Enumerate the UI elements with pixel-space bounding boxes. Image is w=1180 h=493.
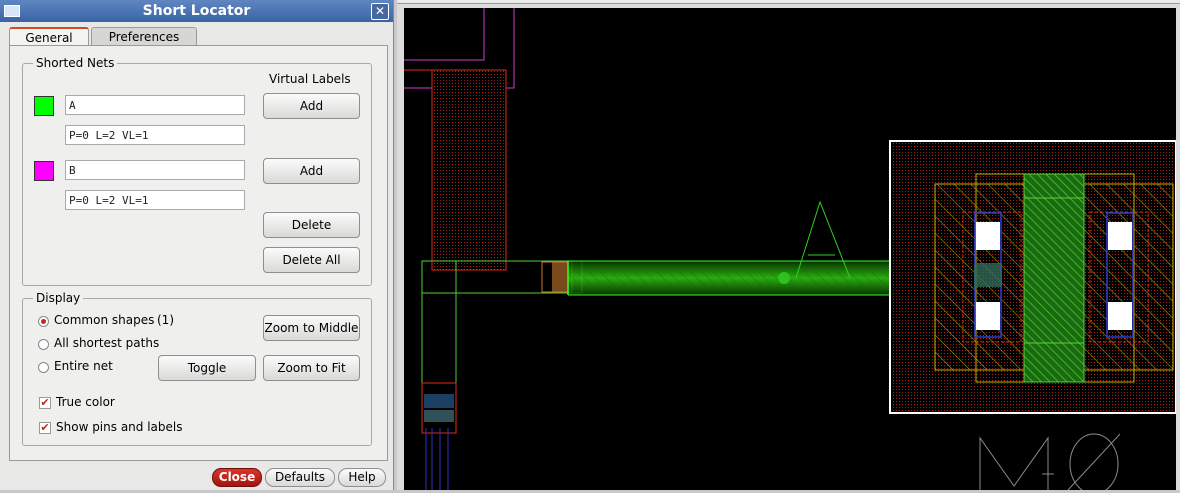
net-b-color-swatch[interactable] [34,161,54,181]
true-color-checkbox[interactable]: ✔ [39,397,51,409]
title-bar[interactable]: Short Locator ✕ [0,0,393,22]
delete-all-button[interactable]: Delete All [263,247,360,273]
layout-drawing [404,8,1177,493]
true-color-label: True color [56,395,115,409]
layout-window-topbar [397,0,1180,4]
shorted-nets-group: Shorted Nets Virtual Labels A P=0 L=2 VL… [22,56,372,286]
zoom-to-middle-button[interactable]: Zoom to Middle [263,315,360,341]
defaults-button[interactable]: Defaults [265,468,335,487]
show-pins-labels-checkbox[interactable]: ✔ [39,422,51,434]
display-legend: Display [33,291,84,305]
net-a-stats-field: P=0 L=2 VL=1 [65,125,245,145]
metal-vertical-shape [431,69,507,271]
entire-net-radio[interactable] [38,362,49,373]
net-a-name-field[interactable]: A [65,95,245,115]
add-virtual-label-a-button[interactable]: Add [263,93,360,119]
display-group: Display Common shapes (1) All shortest p… [22,291,372,446]
layout-canvas[interactable] [404,8,1177,493]
dialog-title: Short Locator [142,3,251,19]
toggle-button[interactable]: Toggle [158,355,256,381]
tab-preferences[interactable]: Preferences [91,27,197,46]
close-button[interactable]: Close [212,468,262,487]
all-shortest-paths-label: All shortest paths [54,336,160,350]
all-shortest-paths-radio[interactable] [38,339,49,350]
add-virtual-label-b-button[interactable]: Add [263,158,360,184]
layer-text-m0 [979,433,1121,493]
general-tab-panel: Shorted Nets Virtual Labels A P=0 L=2 VL… [9,45,388,461]
common-shapes-radio[interactable] [38,316,49,327]
net-a-color-swatch[interactable] [34,96,54,116]
short-locator-dialog: Short Locator ✕ General Preferences Shor… [0,0,394,490]
help-button[interactable]: Help [338,468,386,487]
virtual-labels-heading: Virtual Labels [269,72,351,86]
tab-general[interactable]: General [9,27,89,46]
close-window-icon[interactable]: ✕ [371,3,389,20]
transistor-device [889,140,1177,414]
short-marker [778,272,790,284]
delete-button[interactable]: Delete [263,212,360,238]
orange-contact [552,262,568,292]
common-shapes-label: Common shapes [54,313,155,327]
entire-net-label: Entire net [54,359,113,373]
common-shapes-count: (1) [157,313,174,327]
shorted-nets-legend: Shorted Nets [33,56,118,70]
show-pins-labels-label: Show pins and labels [56,420,183,434]
net-b-stats-field: P=0 L=2 VL=1 [65,190,245,210]
zoom-to-fit-button[interactable]: Zoom to Fit [263,355,360,381]
net-b-name-field[interactable]: B [65,160,245,180]
